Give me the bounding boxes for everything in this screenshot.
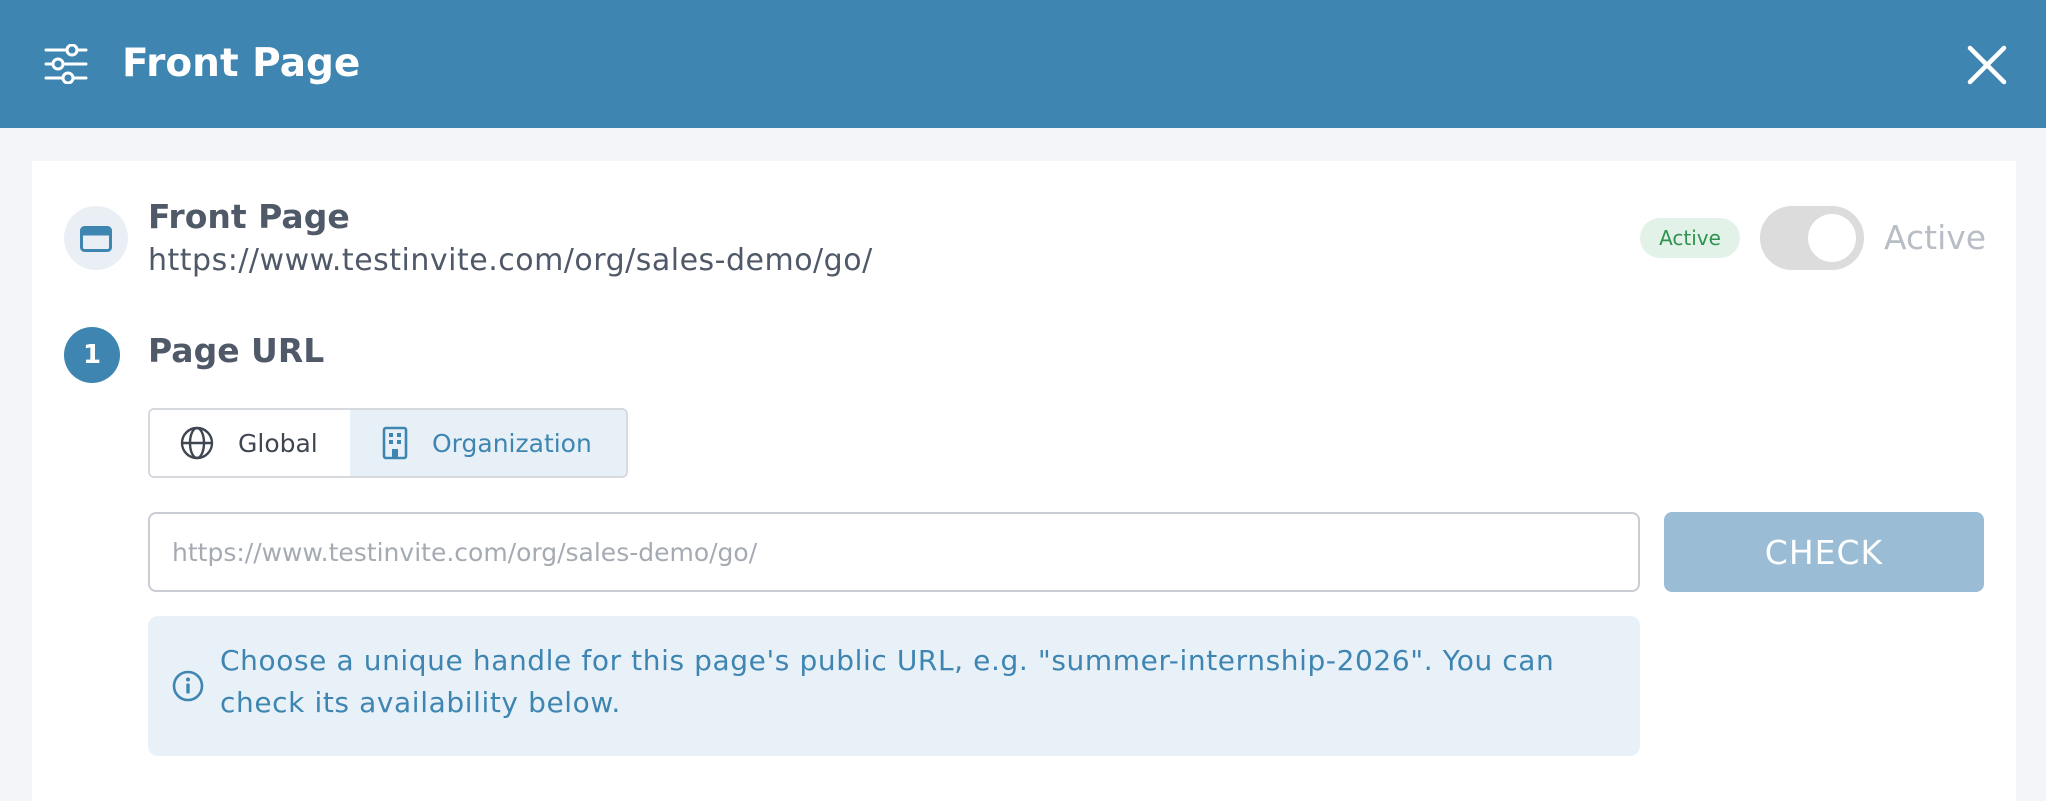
- sliders-icon: [44, 44, 88, 84]
- browser-window-icon: [80, 226, 112, 252]
- status-badge: Active: [1640, 218, 1740, 258]
- close-icon[interactable]: [1966, 44, 2008, 86]
- info-box: Choose a unique handle for this page's p…: [148, 616, 1640, 756]
- toggle-knob: [1808, 214, 1856, 262]
- scope-selector: Global Organization: [148, 408, 628, 478]
- scope-option-global[interactable]: Global: [150, 410, 350, 476]
- scope-option-label: Global: [238, 428, 318, 458]
- building-icon: [382, 426, 408, 460]
- check-button[interactable]: CHECK: [1664, 512, 1984, 592]
- scope-option-label: Organization: [432, 428, 592, 458]
- scope-option-organization[interactable]: Organization: [350, 410, 626, 476]
- section-title: Page URL: [148, 331, 325, 370]
- step-number: 1: [64, 327, 120, 383]
- info-text: Choose a unique handle for this page's p…: [220, 644, 1555, 719]
- dialog-header: Front Page: [0, 0, 2046, 128]
- page-url: https://www.testinvite.com/org/sales-dem…: [148, 243, 873, 278]
- page-avatar: [64, 206, 128, 270]
- active-toggle[interactable]: [1760, 206, 1864, 270]
- page-title: Front Page: [148, 197, 350, 236]
- dialog-title: Front Page: [122, 41, 361, 86]
- toggle-label: Active: [1884, 218, 1987, 257]
- globe-icon: [180, 426, 214, 460]
- info-icon: [172, 670, 204, 702]
- page-url-input[interactable]: [148, 512, 1640, 592]
